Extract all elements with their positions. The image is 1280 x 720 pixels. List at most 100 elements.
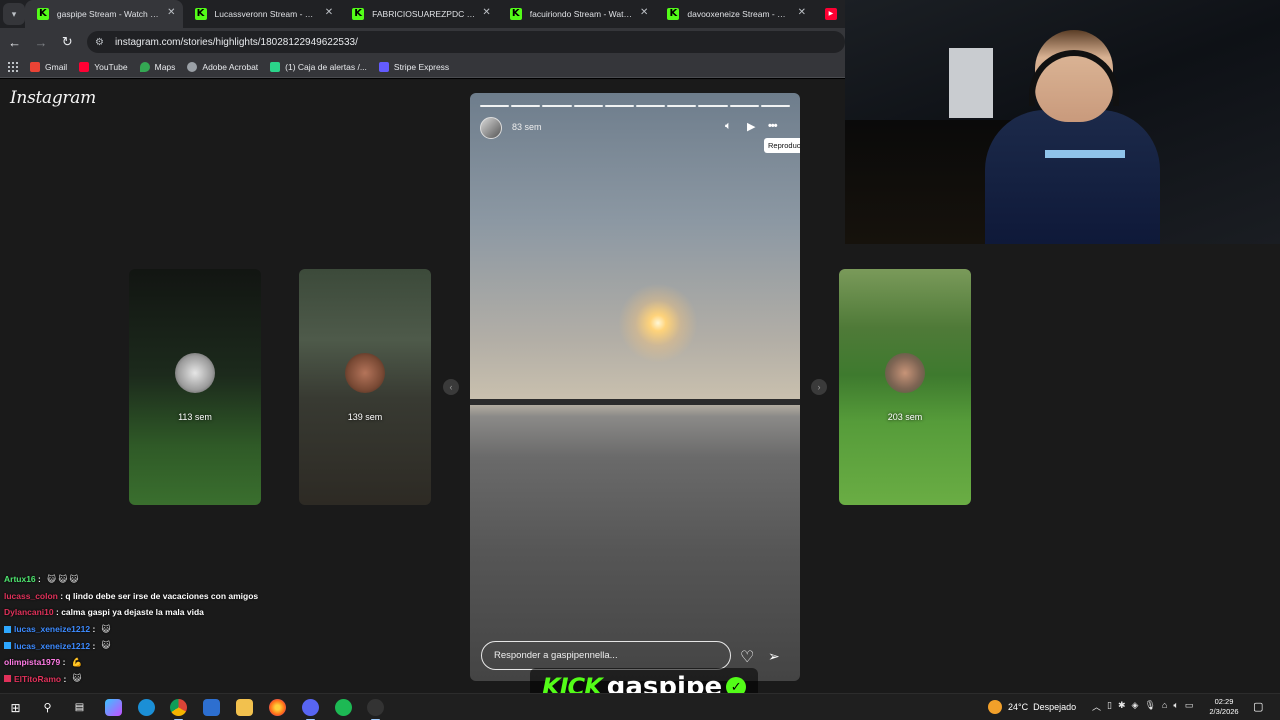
kick-favicon-icon: K	[194, 8, 207, 20]
usb-device-icon[interactable]: ▯	[1107, 700, 1112, 713]
chat-username: Artux16	[4, 574, 36, 585]
bookmark-label: Gmail	[45, 61, 68, 72]
bookmark-adobe-acrobat[interactable]: Adobe Acrobat	[187, 61, 258, 72]
store-icon[interactable]	[203, 699, 220, 716]
previous-story-chevron-icon[interactable]: ‹	[443, 379, 459, 395]
close-tab-icon[interactable]: ✕	[798, 7, 806, 18]
webcam-overlay	[845, 0, 1280, 244]
play-icon[interactable]: ▶	[747, 120, 755, 133]
clock-time: 02:29	[1214, 697, 1234, 706]
stripe-icon	[378, 61, 389, 72]
tab-search-button[interactable]: ▾	[3, 3, 25, 25]
instagram-logo[interactable]: Instagram	[10, 88, 96, 108]
close-tab-icon[interactable]: ✕	[640, 7, 648, 18]
chat-emote: 😺 😺 😺	[47, 573, 79, 584]
url-text: instagram.com/stories/highlights/1802812…	[114, 36, 358, 48]
file-explorer-icon[interactable]	[236, 699, 253, 716]
tab-title: facuiriondo Stream - Watch Liv	[529, 9, 634, 19]
tab-facuiriondo[interactable]: K facuiriondo Stream - Watch Liv ✕	[498, 0, 656, 28]
system-clock[interactable]: 02:29 2/3/2026	[1204, 697, 1244, 717]
battery-icon[interactable]: ▭	[1185, 700, 1194, 713]
kick-favicon-icon: K	[509, 8, 522, 20]
reply-input[interactable]: Responder a gaspipennella...	[481, 641, 731, 670]
edge-icon[interactable]	[138, 699, 155, 716]
subscriber-badge-icon	[4, 675, 11, 683]
tab-davooxeneize[interactable]: K davooxeneize Stream - Watch L ✕	[655, 0, 813, 28]
play-tooltip: Reproducir	[764, 138, 800, 153]
tab-strip: ▾ K gaspipe Stream - Watch Live on ✕ K L…	[0, 0, 845, 28]
reload-icon[interactable]: ↻	[56, 30, 79, 54]
chat-message: Artux16 : 😺 😺 😺	[4, 573, 79, 585]
story-avatar	[345, 353, 385, 393]
windows-start-icon[interactable]: ⊞	[7, 699, 24, 716]
chat-username: lucass_colon	[4, 590, 58, 601]
more-options-icon[interactable]: •••	[768, 120, 778, 132]
story-owner-avatar[interactable]	[480, 117, 502, 139]
chat-text: q lindo debe ser irse de vacaciones con …	[65, 590, 259, 601]
clock-date: 2/3/2026	[1209, 707, 1239, 716]
tab-fabriciosuarez[interactable]: K FABRICIOSUAREZPDC Stream - ✕	[340, 0, 498, 28]
bookmark-maps[interactable]: Maps	[139, 61, 175, 72]
close-tab-icon[interactable]: ✕	[325, 7, 333, 18]
story-preview-time: 203 sem	[887, 412, 923, 422]
close-tab-icon[interactable]: ✕	[482, 7, 490, 18]
site-info-icon[interactable]: ⚙	[95, 37, 107, 48]
show-hidden-icons-chevron-icon[interactable]: ︿	[1092, 700, 1101, 713]
bookmark-stripe-express[interactable]: Stripe Express	[378, 61, 450, 72]
story-image-sun	[618, 283, 698, 363]
system-tray: ︿ ▯ ✱ ◈ 🎙︎ ⌂ 🔈︎ ▭	[1092, 700, 1193, 713]
next-story-chevron-icon[interactable]: ›	[811, 379, 827, 395]
bookmark-caja-de-alertas[interactable]: (1) Caja de alertas /...	[270, 61, 367, 72]
bookmark-youtube[interactable]: YouTube	[79, 61, 128, 72]
story-avatar	[885, 353, 925, 393]
obs-icon[interactable]	[367, 699, 384, 720]
back-arrow-icon[interactable]: ←	[3, 30, 26, 54]
alerts-icon	[270, 61, 281, 72]
chat-username: lucas_xeneize1212	[14, 640, 91, 651]
gmail-icon	[30, 61, 40, 72]
notification-center-icon[interactable]: ▢	[1253, 700, 1263, 713]
volume-icon[interactable]: 🔈︎	[725, 120, 732, 133]
story-image-horizon	[470, 399, 800, 405]
tab-title: Lucassveronn Stream - Watch L	[214, 9, 319, 19]
chat-message: lucas_xeneize1212 : 😺	[4, 621, 404, 638]
discord-icon[interactable]	[302, 699, 319, 720]
close-tab-icon[interactable]: ✕	[167, 7, 175, 18]
security-shield-icon[interactable]: ◈	[1132, 700, 1139, 713]
settings-gear-icon[interactable]: ✱	[1118, 700, 1126, 713]
bookmark-label: (1) Caja de alertas /...	[285, 61, 367, 72]
chat-emote: 💪	[71, 656, 83, 667]
network-icon[interactable]: ⌂	[1162, 700, 1167, 713]
story-preview-previous-2[interactable]: 113 sem	[129, 269, 261, 505]
bookmark-label: Stripe Express	[393, 61, 450, 72]
chrome-icon[interactable]	[170, 699, 187, 720]
weather-widget[interactable]: 24°C Despejado	[988, 700, 1076, 714]
tab-youtube[interactable]: ▶ M	[813, 0, 845, 28]
tab-gaspipe[interactable]: K gaspipe Stream - Watch Live on ✕	[24, 0, 183, 28]
wall-poster	[949, 48, 993, 118]
search-icon[interactable]: ⚲	[39, 699, 56, 716]
weather-temperature: 24°C	[1008, 702, 1029, 712]
active-story[interactable]: 83 sem 🔈︎ ▶ ••• Reproducir Responder a g…	[470, 93, 800, 681]
apps-grid-icon[interactable]	[8, 61, 18, 72]
spotify-icon[interactable]	[335, 699, 352, 716]
address-bar[interactable]: ⚙ instagram.com/stories/highlights/18028…	[86, 31, 845, 53]
stream-chat: Artux16 : 😺 😺 😺 lucass_colon : q lindo d…	[4, 571, 404, 687]
microphone-icon[interactable]: 🎙︎	[1144, 700, 1155, 713]
story-avatar	[175, 353, 215, 393]
like-heart-icon[interactable]: ♡	[740, 647, 754, 667]
forward-arrow-icon[interactable]: →	[29, 30, 52, 54]
bookmark-gmail[interactable]: Gmail	[30, 61, 68, 72]
send-icon[interactable]: ➢	[768, 648, 780, 665]
chat-message: lucas_xeneize1212 : 😺	[4, 637, 404, 654]
speaker-icon[interactable]: 🔈︎	[1173, 700, 1178, 713]
task-view-icon[interactable]: ▤	[71, 699, 88, 716]
story-preview-time: 113 sem	[178, 412, 212, 422]
tab-lucassveronn[interactable]: K Lucassveronn Stream - Watch L ✕	[183, 0, 341, 28]
chat-emote: 😺	[101, 623, 111, 634]
story-preview-next[interactable]: 203 sem	[839, 269, 971, 505]
firefox-icon[interactable]	[269, 699, 286, 716]
kick-favicon-icon: K	[667, 8, 680, 20]
story-preview-previous-1[interactable]: 139 sem	[299, 269, 431, 505]
copilot-icon[interactable]	[105, 699, 122, 716]
